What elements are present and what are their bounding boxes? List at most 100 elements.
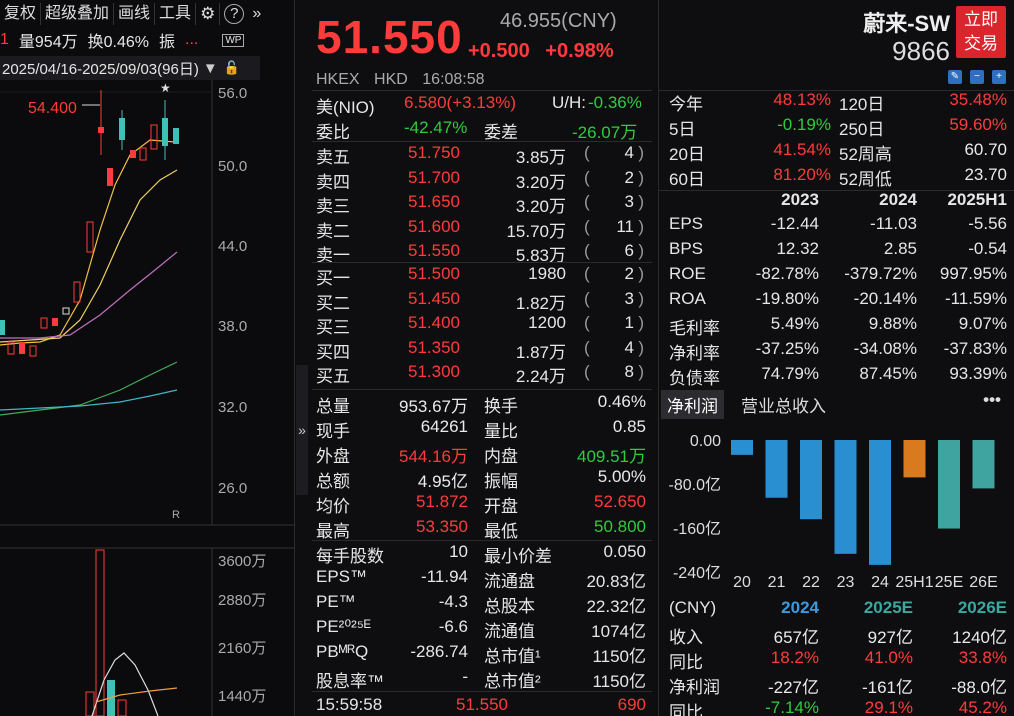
- more-icon[interactable]: •••: [983, 390, 1001, 410]
- plus-icon[interactable]: +: [992, 70, 1006, 84]
- chart-info-bar: 1 量954万 换0.46% 振 ... WP: [0, 28, 295, 52]
- paren-close: ): [638, 288, 644, 308]
- kline-panel[interactable]: 复权 超级叠加 画线 工具 ⚙ ? » 1 量954万 换0.46% 振 ...…: [0, 0, 295, 716]
- bid-row[interactable]: 买三 51.400 1200 (1): [316, 313, 646, 338]
- wp-badge[interactable]: WP: [222, 33, 245, 47]
- ask-label: 卖三: [316, 197, 350, 216]
- forecast-value: 45.2%: [958, 698, 1007, 716]
- gear-icon[interactable]: ⚙: [196, 3, 221, 25]
- ask-row[interactable]: 卖三 51.650 3.20万 (3): [316, 192, 646, 217]
- bid-volume: 2.24万: [515, 367, 566, 386]
- fin-value: -11.59%: [944, 289, 1007, 308]
- perf-row: 5日 -0.19% 250日 59.60%: [669, 115, 1009, 140]
- forecast-value: -161亿: [861, 678, 913, 697]
- bid-label: 买一: [316, 269, 350, 288]
- bar[interactable]: [938, 440, 960, 529]
- volume-tick: 2160万: [218, 640, 266, 657]
- stat-label: 量比: [484, 422, 518, 441]
- lock-icon[interactable]: 🔓: [224, 60, 240, 76]
- stat-value: 53.350: [416, 517, 468, 536]
- paren-open: (: [584, 216, 590, 236]
- trade-now-button[interactable]: 立即 交易: [956, 6, 1006, 58]
- x-category-label: 21: [768, 574, 786, 591]
- toolbar-draw-line[interactable]: 画线: [114, 3, 156, 25]
- r-mark: R: [172, 509, 180, 521]
- bar[interactable]: [869, 440, 891, 565]
- minus-icon[interactable]: −: [970, 70, 984, 84]
- toolbar-tools[interactable]: 工具: [155, 3, 197, 25]
- stat-value: 52.650: [594, 492, 646, 511]
- x-category-label: 26E: [969, 574, 997, 591]
- info-amplitude: 振: [158, 34, 175, 51]
- paren-open: (: [584, 362, 590, 381]
- adr-row: 美(NIO) 6.580(+3.13%) U/H: -0.36%: [316, 93, 646, 118]
- bid-row[interactable]: 买二 51.450 1.82万 (3): [316, 289, 646, 314]
- ask-row[interactable]: 卖四 51.700 3.20万 (2): [316, 168, 646, 193]
- perf-label: 5日: [669, 120, 696, 139]
- ask-row[interactable]: 卖五 51.750 3.85万 (4): [316, 143, 646, 168]
- bid-volume: 1.82万: [515, 293, 566, 313]
- bar[interactable]: [972, 440, 995, 489]
- edit-icon[interactable]: ✎: [948, 70, 962, 84]
- paren-open: (: [584, 337, 590, 357]
- toolbar-fuquan[interactable]: 复权: [0, 3, 42, 25]
- bar[interactable]: [765, 440, 788, 498]
- collapse-handle[interactable]: »: [296, 365, 308, 495]
- candles: [0, 90, 179, 357]
- bar[interactable]: [800, 440, 822, 520]
- double-chevron-right-icon[interactable]: »: [248, 3, 265, 25]
- forecast-value: 1240亿: [952, 628, 1007, 647]
- fin-value: 74.79%: [761, 364, 819, 383]
- fin-year: 2023: [781, 190, 819, 209]
- kline-chart[interactable]: 56.0 50.0 44.0 38.0 32.0 26.0 54.400 ★ R: [0, 80, 295, 716]
- high-price-marker: 54.400: [28, 100, 77, 117]
- stat-label: 振幅: [484, 472, 518, 491]
- perf-label: 120日: [839, 95, 885, 114]
- bar[interactable]: [731, 440, 753, 455]
- perf-label: 52周低: [839, 170, 892, 189]
- info-turnover: 换0.46%: [87, 34, 149, 51]
- x-category-label: 20: [733, 574, 751, 591]
- price-change: +0.500 +0.98%: [468, 40, 614, 63]
- stat-label: 现手: [316, 422, 350, 441]
- fin-header: 2023 2024 2025H1: [669, 190, 1009, 215]
- stat-label: 最高: [316, 522, 350, 541]
- info-more[interactable]: ...: [185, 31, 198, 49]
- bid-row[interactable]: 买五 51.300 2.24万 (8): [316, 362, 646, 387]
- bar[interactable]: [834, 440, 857, 554]
- bar[interactable]: [903, 440, 926, 478]
- last-price: 51.550: [316, 11, 463, 63]
- fin-value: 5.49%: [770, 314, 819, 333]
- date-range-selector[interactable]: 2025/04/16-2025/09/03(96日) ▼ 🔓: [0, 56, 260, 80]
- paren-close: ): [638, 192, 644, 211]
- fin-label: ROA: [669, 289, 706, 308]
- bid-price: 51.350: [408, 337, 460, 357]
- forecast-value: -88.0亿: [951, 678, 1007, 697]
- toolbar-super-overlay[interactable]: 超级叠加: [41, 3, 115, 25]
- ask-price: 51.550: [408, 241, 460, 260]
- fin-value: -82.78%: [755, 264, 819, 283]
- ask-volume: 3.20万: [515, 197, 566, 216]
- chart-toolbar: 复权 超级叠加 画线 工具 ⚙ ? »: [0, 0, 295, 28]
- paren-open: (: [584, 192, 590, 211]
- ask-price: 51.600: [408, 216, 460, 236]
- fin-value: -20.14%: [853, 289, 917, 308]
- bid-row[interactable]: 买四 51.350 1.87万 (4): [316, 338, 646, 363]
- forecast-value: 657亿: [773, 628, 819, 647]
- volume-tick: 3600万: [218, 553, 266, 570]
- tab-net-profit[interactable]: 净利润: [661, 390, 724, 419]
- help-icon[interactable]: ?: [224, 4, 245, 24]
- bid-row[interactable]: 买一 51.500 1980 (2): [316, 264, 646, 289]
- paren-close: ): [638, 337, 644, 357]
- committee-ratio-label: 委比: [316, 123, 350, 142]
- stat-value: 51.872: [416, 492, 468, 511]
- stat-row: 外盘 544.16万 内盘 409.51万: [316, 442, 646, 467]
- ask-row[interactable]: 卖二 51.600 15.70万 (11): [316, 217, 646, 242]
- adr-value: 6.580(+3.13%): [404, 93, 516, 112]
- stat-label: 最低: [484, 522, 518, 541]
- adr-label: 美(NIO): [316, 98, 375, 117]
- dropdown-arrow-icon[interactable]: ▼: [203, 60, 218, 77]
- tab-revenue[interactable]: 营业总收入: [741, 392, 826, 417]
- fund-label: PBᴹᴿQ: [316, 642, 369, 661]
- paren-close: ): [638, 264, 644, 283]
